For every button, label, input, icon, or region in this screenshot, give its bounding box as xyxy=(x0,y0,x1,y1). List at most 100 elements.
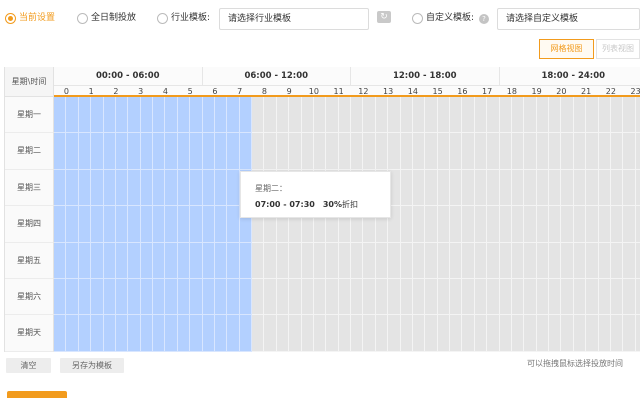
time-slot-cell[interactable] xyxy=(115,133,129,170)
time-slot-cell[interactable] xyxy=(276,133,290,170)
time-slot-cell[interactable] xyxy=(128,242,141,279)
time-slot-cell[interactable] xyxy=(412,169,426,207)
time-slot-cell[interactable] xyxy=(66,133,79,170)
time-slot-cell[interactable] xyxy=(202,97,215,134)
custom-template-select[interactable]: 请选择自定义模板 xyxy=(497,8,640,30)
time-slot-cell[interactable] xyxy=(450,279,463,316)
time-slot-cell[interactable] xyxy=(462,279,475,316)
time-slot-cell[interactable] xyxy=(450,206,463,243)
time-slot-cell[interactable] xyxy=(351,279,364,316)
time-slot-cell[interactable] xyxy=(425,133,438,170)
time-slot-cell[interactable] xyxy=(128,206,141,243)
time-slot-cell[interactable] xyxy=(202,279,215,316)
time-slot-cell[interactable] xyxy=(462,242,475,279)
time-slot-cell[interactable] xyxy=(437,97,450,134)
time-slot-cell[interactable] xyxy=(499,206,512,243)
time-slot-cell[interactable] xyxy=(561,315,574,352)
time-slot-cell[interactable] xyxy=(227,97,240,134)
time-slot-cell[interactable] xyxy=(214,279,228,316)
time-slot-cell[interactable] xyxy=(536,242,549,279)
refresh-icon[interactable]: ↻ xyxy=(377,11,391,23)
time-slot-cell[interactable] xyxy=(54,97,67,134)
time-slot-cell[interactable] xyxy=(264,133,277,170)
time-slot-cell[interactable] xyxy=(326,242,339,279)
time-slot-cell[interactable] xyxy=(623,242,636,279)
time-slot-cell[interactable] xyxy=(177,279,191,316)
time-slot-cell[interactable] xyxy=(338,279,351,316)
time-slot-cell[interactable] xyxy=(549,206,562,243)
time-slot-cell[interactable] xyxy=(227,133,240,170)
time-slot-cell[interactable] xyxy=(54,279,67,316)
time-slot-cell[interactable] xyxy=(561,97,574,134)
time-slot-cell[interactable] xyxy=(598,97,611,134)
time-slot-cell[interactable] xyxy=(115,315,129,352)
label-current[interactable]: 当前设置 xyxy=(19,13,55,24)
time-slot-cell[interactable] xyxy=(635,242,640,279)
time-slot-cell[interactable] xyxy=(103,315,116,352)
time-slot-cell[interactable] xyxy=(437,206,450,243)
time-slot-cell[interactable] xyxy=(598,279,611,316)
time-slot-cell[interactable] xyxy=(610,133,624,170)
time-slot-cell[interactable] xyxy=(276,242,290,279)
time-slot-cell[interactable] xyxy=(499,169,512,207)
time-slot-cell[interactable] xyxy=(66,206,79,243)
radio-industry[interactable] xyxy=(157,13,168,24)
time-slot-cell[interactable] xyxy=(487,206,500,243)
time-slot-cell[interactable] xyxy=(524,279,537,316)
time-slot-cell[interactable] xyxy=(400,315,413,352)
time-slot-cell[interactable] xyxy=(412,242,426,279)
time-slot-cell[interactable] xyxy=(412,97,426,134)
time-slot-cell[interactable] xyxy=(214,97,228,134)
time-slot-cell[interactable] xyxy=(103,279,116,316)
time-slot-cell[interactable] xyxy=(499,97,512,134)
time-slot-cell[interactable] xyxy=(610,279,624,316)
time-slot-cell[interactable] xyxy=(412,133,426,170)
time-slot-cell[interactable] xyxy=(128,169,141,207)
time-slot-cell[interactable] xyxy=(573,97,587,134)
time-slot-cell[interactable] xyxy=(78,169,92,207)
time-slot-cell[interactable] xyxy=(412,315,426,352)
time-slot-cell[interactable] xyxy=(91,242,104,279)
time-slot-cell[interactable] xyxy=(511,169,525,207)
time-slot-cell[interactable] xyxy=(635,206,640,243)
time-slot-cell[interactable] xyxy=(623,279,636,316)
time-slot-cell[interactable] xyxy=(610,169,624,207)
time-slot-cell[interactable] xyxy=(400,242,413,279)
time-slot-cell[interactable] xyxy=(301,242,314,279)
time-slot-cell[interactable] xyxy=(474,315,488,352)
time-slot-cell[interactable] xyxy=(573,133,587,170)
time-slot-cell[interactable] xyxy=(190,97,203,134)
time-slot-cell[interactable] xyxy=(363,315,376,352)
time-slot-cell[interactable] xyxy=(363,133,376,170)
time-slot-cell[interactable] xyxy=(487,169,500,207)
time-slot-cell[interactable] xyxy=(511,279,525,316)
time-slot-cell[interactable] xyxy=(635,97,640,134)
time-slot-cell[interactable] xyxy=(561,133,574,170)
time-slot-cell[interactable] xyxy=(276,315,290,352)
time-slot-cell[interactable] xyxy=(115,97,129,134)
time-slot-cell[interactable] xyxy=(400,169,413,207)
time-slot-cell[interactable] xyxy=(165,242,178,279)
time-slot-cell[interactable] xyxy=(165,169,178,207)
time-slot-cell[interactable] xyxy=(561,242,574,279)
clear-button[interactable]: 清空 xyxy=(6,358,51,373)
time-slot-cell[interactable] xyxy=(239,242,252,279)
time-slot-cell[interactable] xyxy=(623,206,636,243)
time-slot-cell[interactable] xyxy=(264,242,277,279)
time-slot-cell[interactable] xyxy=(425,206,438,243)
time-slot-cell[interactable] xyxy=(153,169,166,207)
time-slot-cell[interactable] xyxy=(573,169,587,207)
time-slot-cell[interactable] xyxy=(165,97,178,134)
time-slot-cell[interactable] xyxy=(54,133,67,170)
time-slot-cell[interactable] xyxy=(425,97,438,134)
time-slot-cell[interactable] xyxy=(313,133,327,170)
time-slot-cell[interactable] xyxy=(214,133,228,170)
time-slot-cell[interactable] xyxy=(153,279,166,316)
time-slot-cell[interactable] xyxy=(487,97,500,134)
time-slot-cell[interactable] xyxy=(400,206,413,243)
time-slot-cell[interactable] xyxy=(425,242,438,279)
time-slot-cell[interactable] xyxy=(524,133,537,170)
time-slot-cell[interactable] xyxy=(78,315,92,352)
time-slot-cell[interactable] xyxy=(326,133,339,170)
time-slot-cell[interactable] xyxy=(474,279,488,316)
